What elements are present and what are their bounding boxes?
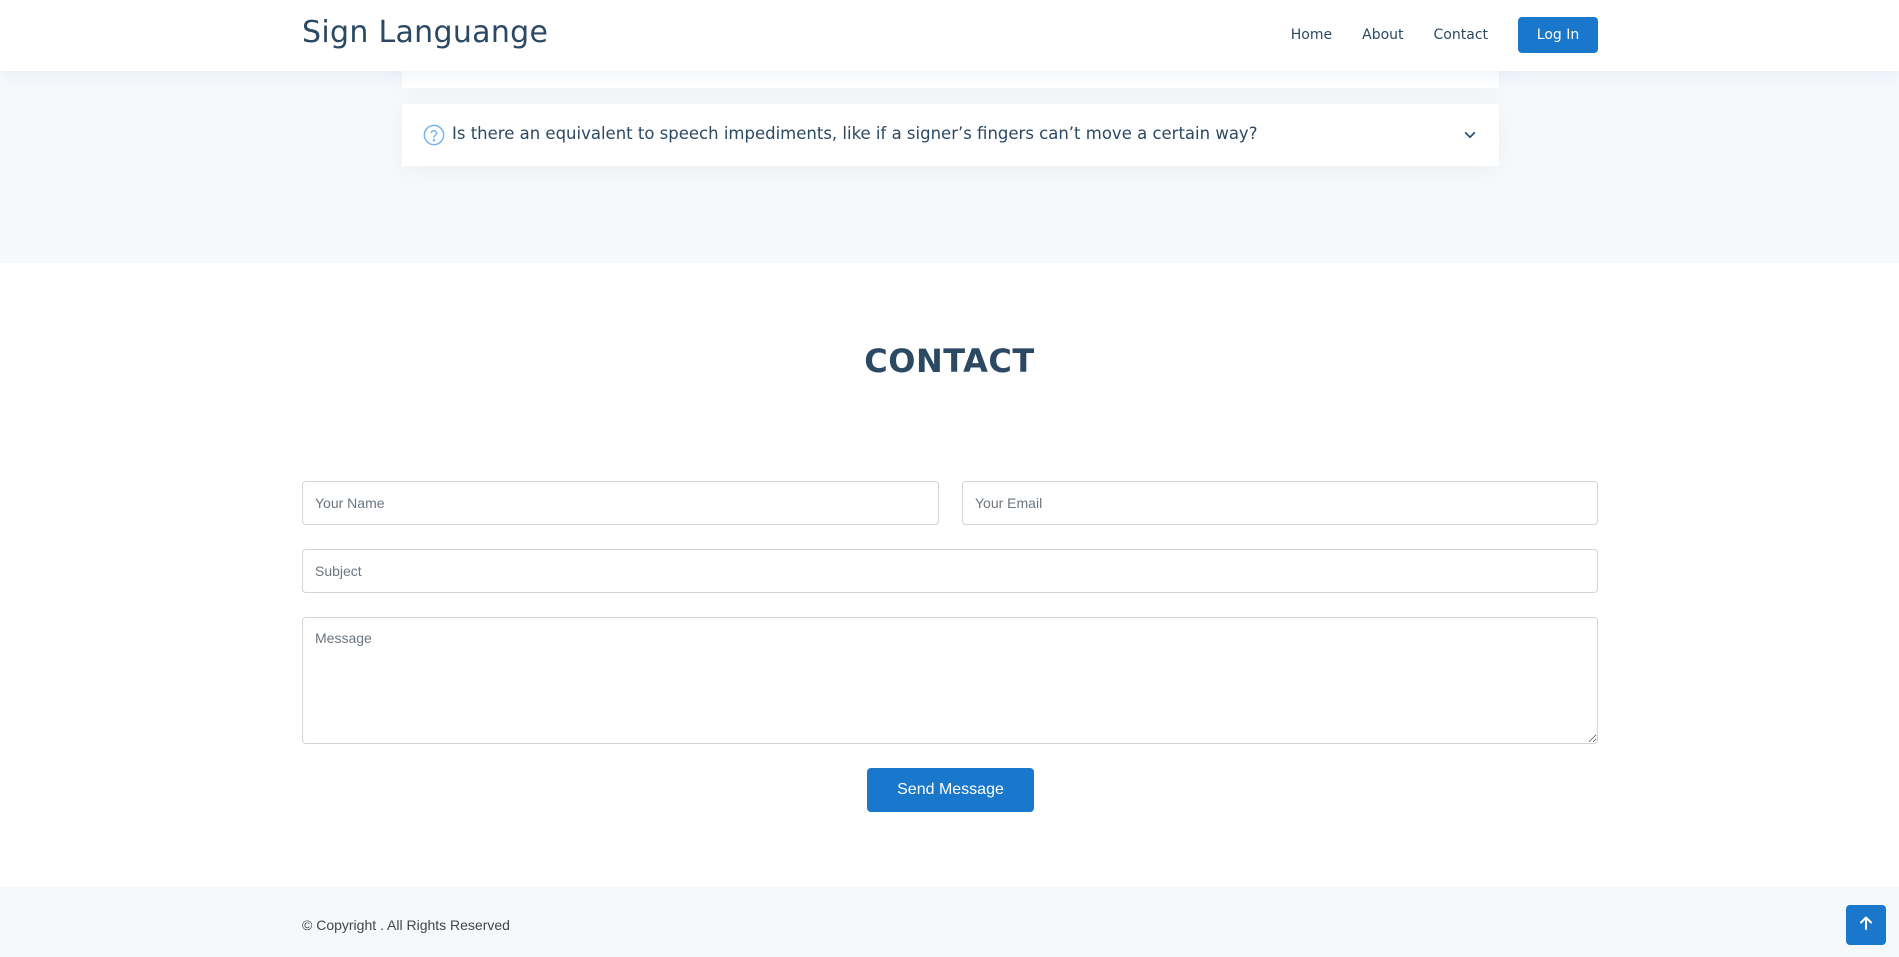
copyright-text: © Copyright . All Rights Reserved — [302, 917, 510, 933]
send-message-button[interactable]: Send Message — [867, 768, 1034, 812]
nav-about[interactable]: About — [1362, 27, 1403, 43]
message-textarea[interactable] — [302, 617, 1598, 744]
site-logo[interactable]: Sign Languange — [302, 15, 548, 50]
email-input[interactable] — [962, 481, 1598, 525]
nav-home[interactable]: Home — [1291, 27, 1332, 43]
site-footer: © Copyright . All Rights Reserved — [0, 887, 1899, 957]
arrow-up-icon — [1858, 915, 1874, 936]
faq-question[interactable]: Is there an equivalent to speech impedim… — [452, 124, 1257, 143]
login-button[interactable]: Log In — [1518, 17, 1598, 53]
name-input[interactable] — [302, 481, 939, 525]
site-header: Sign Languange Home About Contact Log In — [0, 0, 1899, 71]
main-nav: Home About Contact Log In — [1291, 17, 1598, 53]
faq-item[interactable]: Is there an equivalent to speech impedim… — [402, 104, 1499, 166]
contact-title: CONTACT — [864, 342, 1035, 380]
back-to-top-button[interactable] — [1846, 905, 1886, 945]
subject-input[interactable] — [302, 549, 1598, 593]
nav-contact[interactable]: Contact — [1434, 27, 1488, 43]
